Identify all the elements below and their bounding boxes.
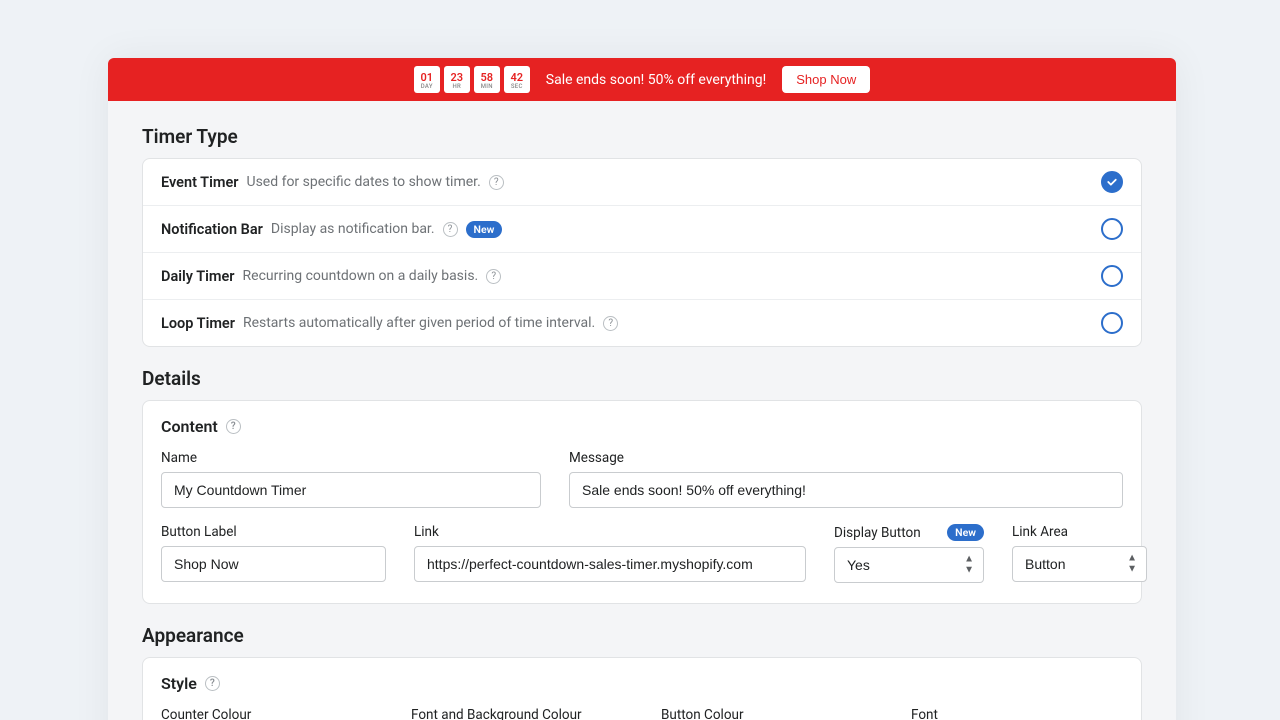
button-label-label: Button Label (161, 524, 386, 540)
countdown-sec-num: 42 (510, 72, 523, 83)
counter-colour-label: Counter Colour (161, 707, 381, 720)
countdown-hr-unit: HR (452, 84, 461, 90)
new-badge: New (947, 524, 984, 541)
help-icon[interactable]: ? (226, 419, 241, 434)
content-subtitle: Content ? (161, 417, 1123, 436)
timer-type-card: Event Timer Used for specific dates to s… (142, 158, 1142, 347)
style-subtitle-text: Style (161, 674, 197, 693)
message-input[interactable] (569, 472, 1123, 508)
new-badge: New (466, 221, 503, 238)
preview-banner: 01 DAY 23 HR 58 MIN 42 SEC Sale ends soo… (108, 58, 1176, 101)
link-area-select[interactable]: Button (1012, 546, 1147, 582)
display-button-select[interactable]: Yes (834, 547, 984, 583)
content-area: Timer Type Event Timer Used for specific… (108, 101, 1176, 720)
banner-text: Sale ends soon! 50% off everything! (546, 72, 766, 88)
button-label-input[interactable] (161, 546, 386, 582)
countdown-sec: 42 SEC (504, 66, 530, 93)
timer-type-row-daily[interactable]: Daily Timer Recurring countdown on a dai… (143, 253, 1141, 300)
timer-type-row-loop[interactable]: Loop Timer Restarts automatically after … (143, 300, 1141, 346)
name-input[interactable] (161, 472, 541, 508)
countdown-day: 01 DAY (414, 66, 440, 93)
link-area-label: Link Area (1012, 524, 1147, 540)
help-icon[interactable]: ? (486, 269, 501, 284)
font-label: Font (911, 707, 1127, 720)
timer-type-desc: Used for specific dates to show timer. (246, 174, 480, 190)
help-icon[interactable]: ? (489, 175, 504, 190)
link-label: Link (414, 524, 806, 540)
appearance-card: Style ? Counter Colour Font and Backgrou… (142, 657, 1142, 720)
countdown-min: 58 MIN (474, 66, 500, 93)
timer-type-row-notification[interactable]: Notification Bar Display as notification… (143, 206, 1141, 253)
countdown-day-unit: DAY (421, 84, 433, 90)
style-subtitle: Style ? (161, 674, 1123, 693)
timer-type-name: Daily Timer (161, 268, 235, 285)
timer-type-name: Event Timer (161, 174, 238, 191)
timer-type-row-event[interactable]: Event Timer Used for specific dates to s… (143, 159, 1141, 206)
countdown-min-num: 58 (480, 72, 493, 83)
section-title-details: Details (142, 367, 1142, 390)
countdown: 01 DAY 23 HR 58 MIN 42 SEC (414, 66, 530, 93)
name-label: Name (161, 450, 541, 466)
button-colour-label: Button Colour (661, 707, 881, 720)
help-icon[interactable]: ? (603, 316, 618, 331)
timer-type-desc: Display as notification bar. (271, 221, 435, 237)
countdown-day-num: 01 (420, 72, 433, 83)
link-input[interactable] (414, 546, 806, 582)
fontbg-colour-label: Font and Background Colour (411, 707, 631, 720)
radio-unselected[interactable] (1101, 265, 1123, 287)
check-icon (1106, 176, 1118, 188)
timer-type-name: Notification Bar (161, 221, 263, 238)
app-container: 01 DAY 23 HR 58 MIN 42 SEC Sale ends soo… (108, 58, 1176, 720)
display-button-label-text: Display Button (834, 525, 921, 541)
timer-type-desc: Recurring countdown on a daily basis. (243, 268, 479, 284)
content-subtitle-text: Content (161, 417, 218, 436)
radio-selected[interactable] (1101, 171, 1123, 193)
timer-type-name: Loop Timer (161, 315, 235, 332)
countdown-hr: 23 HR (444, 66, 470, 93)
banner-shop-now-button[interactable]: Shop Now (782, 66, 870, 93)
help-icon[interactable]: ? (205, 676, 220, 691)
help-icon[interactable]: ? (443, 222, 458, 237)
details-card: Content ? Name Message Button Label (142, 400, 1142, 604)
section-title-appearance: Appearance (142, 624, 1142, 647)
countdown-sec-unit: SEC (511, 84, 523, 90)
radio-unselected[interactable] (1101, 312, 1123, 334)
countdown-min-unit: MIN (481, 84, 493, 90)
section-title-timer-type: Timer Type (142, 125, 1142, 148)
display-button-label: Display Button New (834, 524, 984, 541)
message-label: Message (569, 450, 1123, 466)
radio-unselected[interactable] (1101, 218, 1123, 240)
timer-type-desc: Restarts automatically after given perio… (243, 315, 595, 331)
countdown-hr-num: 23 (450, 72, 463, 83)
